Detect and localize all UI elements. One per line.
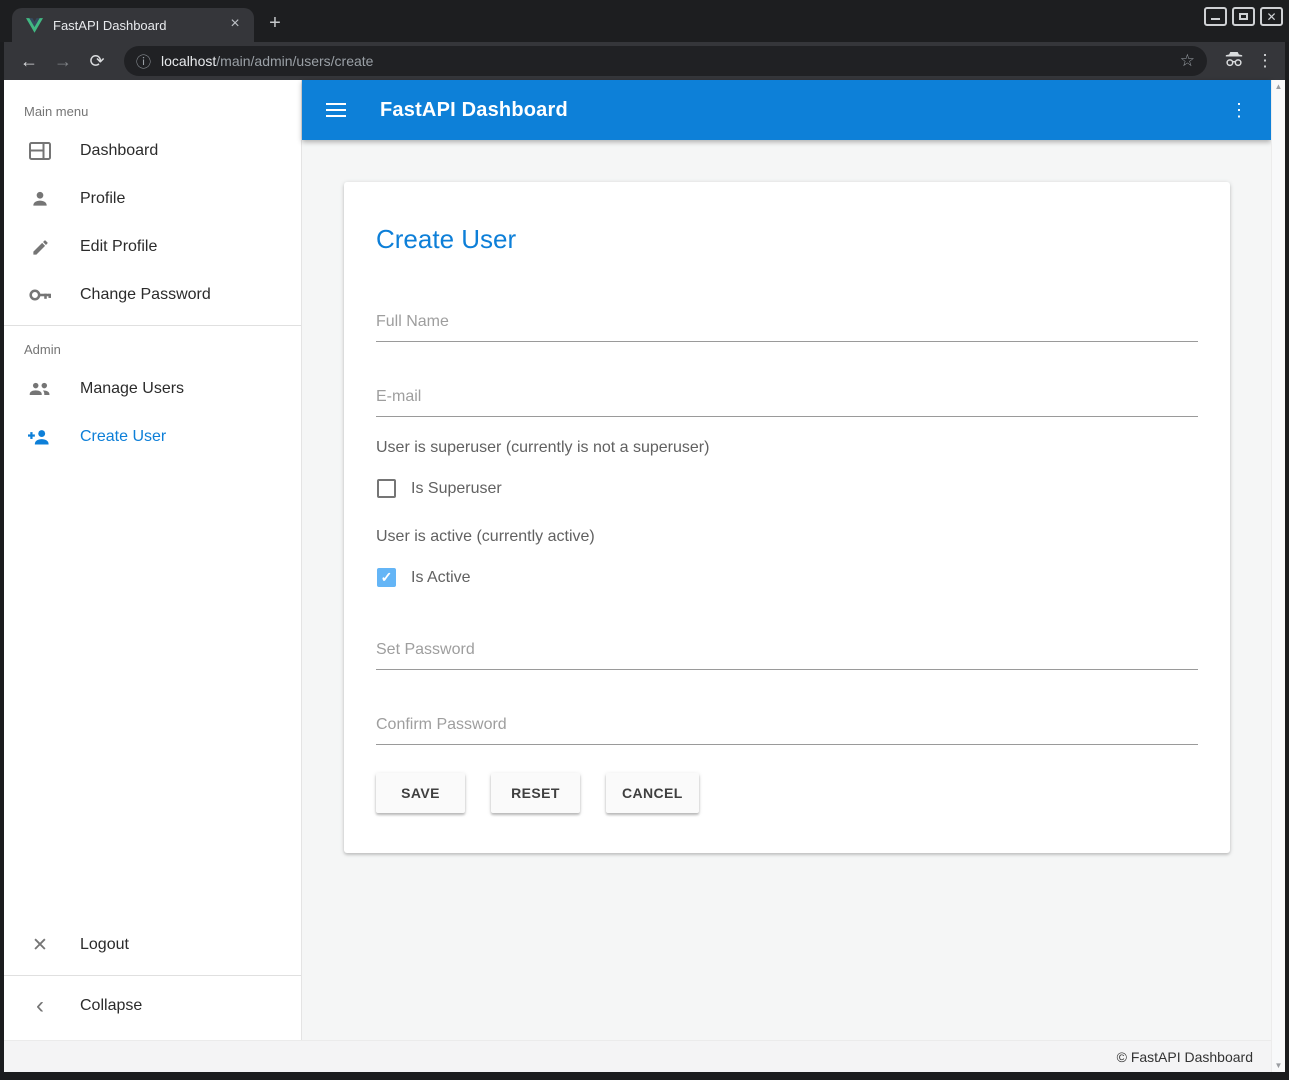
browser-toolbar: ← → ⟳ ⓘ localhost /main/admin/users/crea… <box>4 42 1285 80</box>
tab-title: FastAPI Dashboard <box>53 18 226 33</box>
sidebar-item-label: Manage Users <box>80 380 184 398</box>
superuser-note: User is superuser (currently is not a su… <box>376 439 1198 457</box>
is-superuser-checkbox[interactable] <box>377 479 396 498</box>
window-controls: ✕ <box>1204 7 1283 26</box>
window-close-button[interactable]: ✕ <box>1260 7 1283 26</box>
checkbox-label: Is Active <box>411 569 471 587</box>
new-tab-button[interactable]: + <box>262 11 288 37</box>
url-path: /main/admin/users/create <box>216 53 373 69</box>
section-label-main-menu: Main menu <box>4 94 301 127</box>
sidebar-item-create-user[interactable]: Create User <box>4 413 301 461</box>
incognito-icon <box>1221 48 1247 74</box>
chevron-left-icon: ‹ <box>28 994 52 1018</box>
copyright-text: © FastAPI Dashboard <box>1117 1049 1253 1065</box>
full-name-field[interactable] <box>376 307 1198 342</box>
key-icon <box>28 283 52 307</box>
sidebar-item-edit-profile[interactable]: Edit Profile <box>4 223 301 271</box>
dashboard-icon <box>28 139 52 163</box>
maximize-button[interactable] <box>1232 7 1255 26</box>
url-host: localhost <box>161 53 216 69</box>
main-area: FastAPI Dashboard ⋮ Create User User is … <box>302 80 1271 1040</box>
email-field[interactable] <box>376 382 1198 417</box>
cancel-button[interactable]: CANCEL <box>606 773 699 813</box>
pencil-icon <box>28 235 52 259</box>
sidebar-item-dashboard[interactable]: Dashboard <box>4 127 301 175</box>
set-password-field[interactable] <box>376 635 1198 670</box>
save-button[interactable]: SAVE <box>376 773 465 813</box>
sidebar-item-label: Edit Profile <box>80 238 157 256</box>
sidebar-item-label: Create User <box>80 428 166 446</box>
is-active-checkbox-row[interactable]: ✓ Is Active <box>376 568 1198 587</box>
page-title: Create User <box>376 224 1198 255</box>
reload-icon[interactable]: ⟳ <box>83 47 111 75</box>
close-icon: ✕ <box>28 933 52 957</box>
sidebar: Main menu Dashboard Profile <box>4 80 302 1040</box>
bookmark-star-icon[interactable]: ☆ <box>1180 51 1195 71</box>
browser-tab[interactable]: FastAPI Dashboard × <box>12 8 254 42</box>
person-add-icon <box>28 425 52 449</box>
forward-icon[interactable]: → <box>49 47 77 75</box>
is-superuser-checkbox-row[interactable]: Is Superuser <box>376 479 1198 498</box>
confirm-password-field[interactable] <box>376 710 1198 745</box>
people-icon <box>28 377 52 401</box>
vertical-scrollbar[interactable]: ▲ ▼ <box>1271 80 1285 1072</box>
sidebar-item-collapse[interactable]: ‹ Collapse <box>4 982 301 1030</box>
form-actions: SAVE RESET CANCEL <box>376 773 1198 813</box>
is-active-checkbox[interactable]: ✓ <box>377 568 396 587</box>
address-bar[interactable]: ⓘ localhost /main/admin/users/create ☆ <box>124 46 1207 76</box>
sidebar-divider <box>4 975 301 976</box>
browser-window: FastAPI Dashboard × + ✕ ← → ⟳ ⓘ localhos… <box>0 0 1289 1080</box>
sidebar-item-change-password[interactable]: Change Password <box>4 271 301 319</box>
page-footer: © FastAPI Dashboard <box>4 1040 1285 1072</box>
minimize-button[interactable] <box>1204 7 1227 26</box>
sidebar-divider <box>4 325 301 326</box>
page-info-icon[interactable]: ⓘ <box>136 51 151 72</box>
scroll-down-icon[interactable]: ▼ <box>1275 1061 1283 1070</box>
hamburger-menu-icon[interactable] <box>326 103 346 117</box>
sidebar-item-label: Change Password <box>80 286 211 304</box>
sidebar-item-manage-users[interactable]: Manage Users <box>4 365 301 413</box>
sidebar-item-profile[interactable]: Profile <box>4 175 301 223</box>
active-note: User is active (currently active) <box>376 528 1198 546</box>
sidebar-item-logout[interactable]: ✕ Logout <box>4 921 301 969</box>
appbar: FastAPI Dashboard ⋮ <box>302 80 1271 140</box>
appbar-title: FastAPI Dashboard <box>380 99 568 122</box>
sidebar-item-label: Profile <box>80 190 125 208</box>
page-viewport: Main menu Dashboard Profile <box>4 80 1285 1072</box>
browser-menu-icon[interactable]: ⋮ <box>1253 51 1277 71</box>
browser-titlebar: FastAPI Dashboard × + ✕ <box>0 0 1289 42</box>
vue-favicon-icon <box>26 18 43 33</box>
sidebar-item-label: Collapse <box>80 997 142 1015</box>
appbar-menu-icon[interactable]: ⋮ <box>1227 100 1251 121</box>
sidebar-item-label: Dashboard <box>80 142 158 160</box>
person-icon <box>28 187 52 211</box>
create-user-card: Create User User is superuser (currently… <box>344 182 1230 853</box>
back-icon[interactable]: ← <box>15 47 43 75</box>
scroll-up-icon[interactable]: ▲ <box>1275 82 1283 91</box>
sidebar-item-label: Logout <box>80 936 129 954</box>
checkbox-label: Is Superuser <box>411 480 502 498</box>
content-area: Create User User is superuser (currently… <box>302 140 1271 1040</box>
section-label-admin: Admin <box>4 332 301 365</box>
reset-button[interactable]: RESET <box>491 773 580 813</box>
tab-close-icon[interactable]: × <box>226 16 244 34</box>
